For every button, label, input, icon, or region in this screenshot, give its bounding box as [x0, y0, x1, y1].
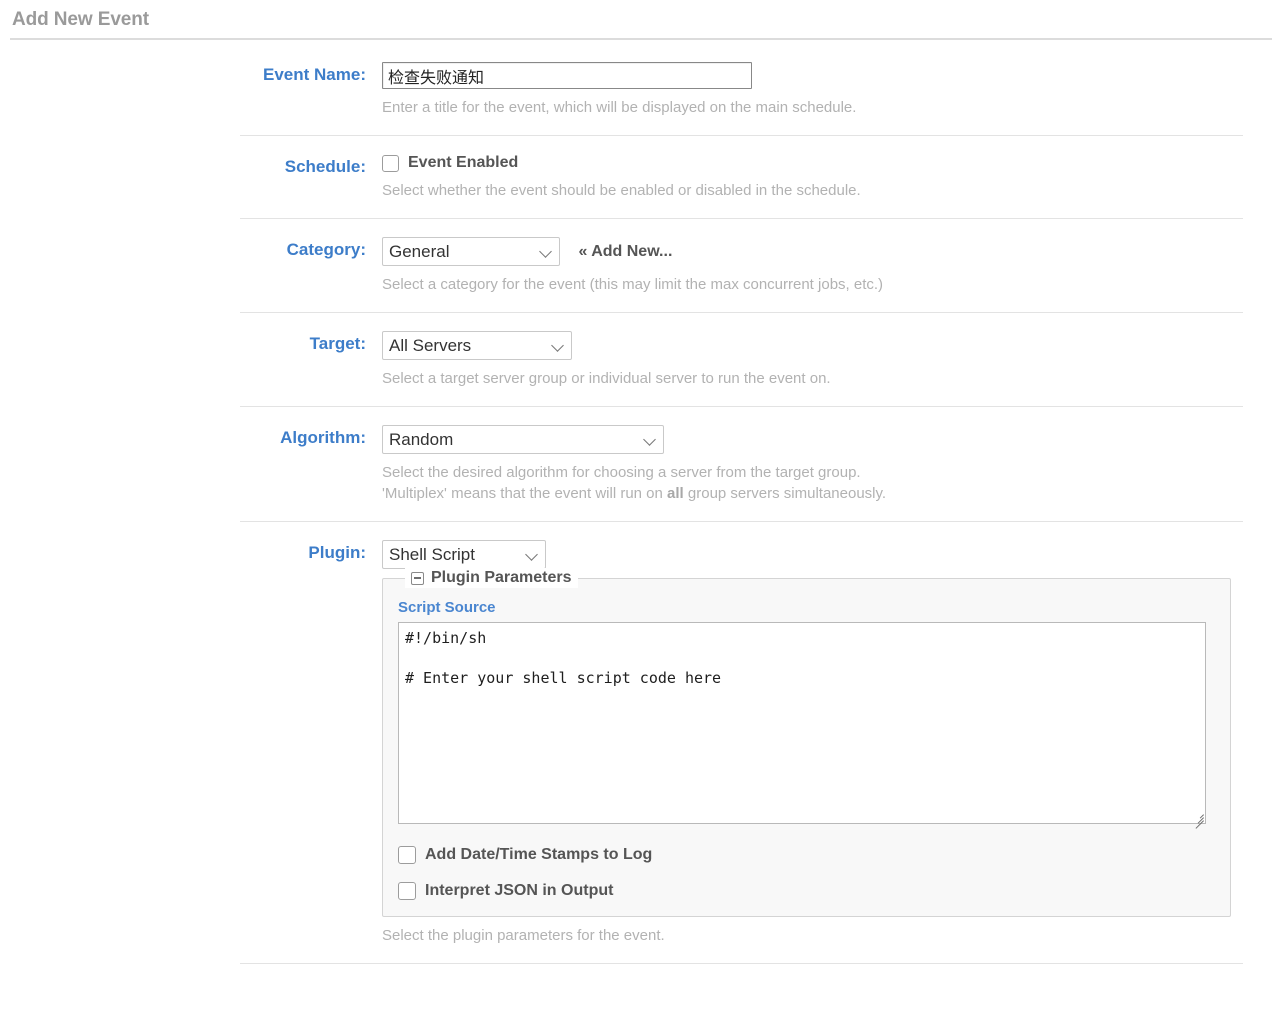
plugin-parameters-fieldset: Plugin Parameters Script Source #!/bin/s…	[382, 568, 1231, 917]
page-header: Add New Event	[10, 8, 1272, 40]
plugin-caption: Select the plugin parameters for the eve…	[382, 927, 665, 944]
event-name-label-column: Event Name:	[0, 62, 382, 118]
form-row-target: Target: All Servers Select a target serv…	[0, 313, 1280, 389]
target-select[interactable]: All Servers	[382, 331, 572, 360]
algorithm-caption-line2-post: group servers simultaneously.	[683, 485, 887, 502]
chevron-down-icon	[525, 547, 538, 561]
algorithm-select[interactable]: Random	[382, 425, 664, 454]
schedule-label-column: Schedule:	[0, 154, 382, 201]
event-form: Event Name: Enter a title for the event,…	[0, 44, 1280, 964]
event-name-caption: Enter a title for the event, which will …	[382, 99, 857, 116]
category-select[interactable]: General	[382, 237, 560, 266]
add-new-event-page: Add New Event Event Name: Enter a title …	[0, 0, 1280, 1036]
event-enabled-label: Event Enabled	[408, 154, 519, 171]
event-name-label: Event Name:	[263, 65, 366, 84]
algorithm-label: Algorithm:	[280, 428, 366, 447]
plugin-label: Plugin:	[308, 543, 366, 562]
form-row-plugin: Plugin: Shell Script Plugin Parameters S…	[0, 522, 1280, 946]
event-enabled-checkbox[interactable]	[382, 154, 399, 172]
form-row-event-name: Event Name: Enter a title for the event,…	[0, 44, 1280, 118]
plugin-field-column: Shell Script Plugin Parameters Script So…	[382, 540, 1280, 946]
algorithm-select-value: Random	[389, 429, 454, 449]
add-datetime-stamps-checkbox[interactable]	[398, 846, 416, 864]
add-datetime-stamps-checkbox-row[interactable]: Add Date/Time Stamps to Log	[398, 846, 1215, 864]
algorithm-caption-line2-bold: all	[667, 485, 684, 502]
category-add-new-link[interactable]: « Add New...	[578, 243, 672, 261]
interpret-json-checkbox[interactable]	[398, 882, 416, 900]
plugin-select-value: Shell Script	[389, 544, 475, 564]
plugin-select[interactable]: Shell Script	[382, 540, 546, 569]
target-label: Target:	[309, 334, 366, 353]
chevron-down-icon	[539, 244, 552, 258]
target-field-column: All Servers Select a target server group…	[382, 331, 1280, 389]
schedule-label: Schedule:	[284, 157, 366, 176]
script-source-textarea[interactable]: #!/bin/sh # Enter your shell script code…	[398, 622, 1206, 824]
category-label-column: Category:	[0, 237, 382, 295]
add-datetime-stamps-label: Add Date/Time Stamps to Log	[425, 846, 653, 863]
page-title: Add New Event	[12, 9, 149, 30]
event-enabled-checkbox-row[interactable]: Event Enabled	[382, 154, 1280, 172]
category-field-column: General « Add New... Select a category f…	[382, 237, 1280, 295]
plugin-parameters-legend[interactable]: Plugin Parameters	[405, 568, 578, 588]
schedule-field-column: Event Enabled Select whether the event s…	[382, 154, 1280, 201]
category-caption: Select a category for the event (this ma…	[382, 276, 884, 293]
target-label-column: Target:	[0, 331, 382, 389]
category-select-value: General	[389, 241, 450, 261]
target-caption: Select a target server group or individu…	[382, 370, 831, 387]
algorithm-caption-line2: 'Multiplex' means that the event will ru…	[382, 483, 1280, 504]
algorithm-label-column: Algorithm:	[0, 425, 382, 504]
category-label: Category:	[286, 240, 366, 259]
form-row-algorithm: Algorithm: Random Select the desired alg…	[0, 407, 1280, 504]
chevron-down-icon	[551, 338, 564, 352]
algorithm-caption-line2-pre: 'Multiplex' means that the event will ru…	[382, 485, 668, 502]
script-source-label: Script Source	[398, 599, 496, 616]
interpret-json-label: Interpret JSON in Output	[425, 882, 614, 899]
form-row-category: Category: General « Add New... Select a …	[0, 219, 1280, 295]
algorithm-field-column: Random Select the desired algorithm for …	[382, 425, 1280, 504]
script-source-wrapper: #!/bin/sh # Enter your shell script code…	[398, 622, 1206, 829]
algorithm-caption-line1: Select the desired algorithm for choosin…	[382, 464, 861, 481]
event-name-field-column: Enter a title for the event, which will …	[382, 62, 1280, 118]
plugin-label-column: Plugin:	[0, 540, 382, 946]
form-row-schedule: Schedule: Event Enabled Select whether t…	[0, 136, 1280, 201]
minus-box-icon[interactable]	[411, 571, 424, 585]
chevron-down-icon	[643, 432, 656, 446]
row-divider	[240, 963, 1243, 964]
schedule-caption: Select whether the event should be enabl…	[382, 182, 861, 199]
interpret-json-checkbox-row[interactable]: Interpret JSON in Output	[398, 882, 1215, 900]
header-divider	[10, 38, 1272, 40]
target-select-value: All Servers	[389, 335, 472, 355]
event-name-input[interactable]	[382, 62, 752, 89]
plugin-parameters-legend-label: Plugin Parameters	[431, 569, 572, 586]
